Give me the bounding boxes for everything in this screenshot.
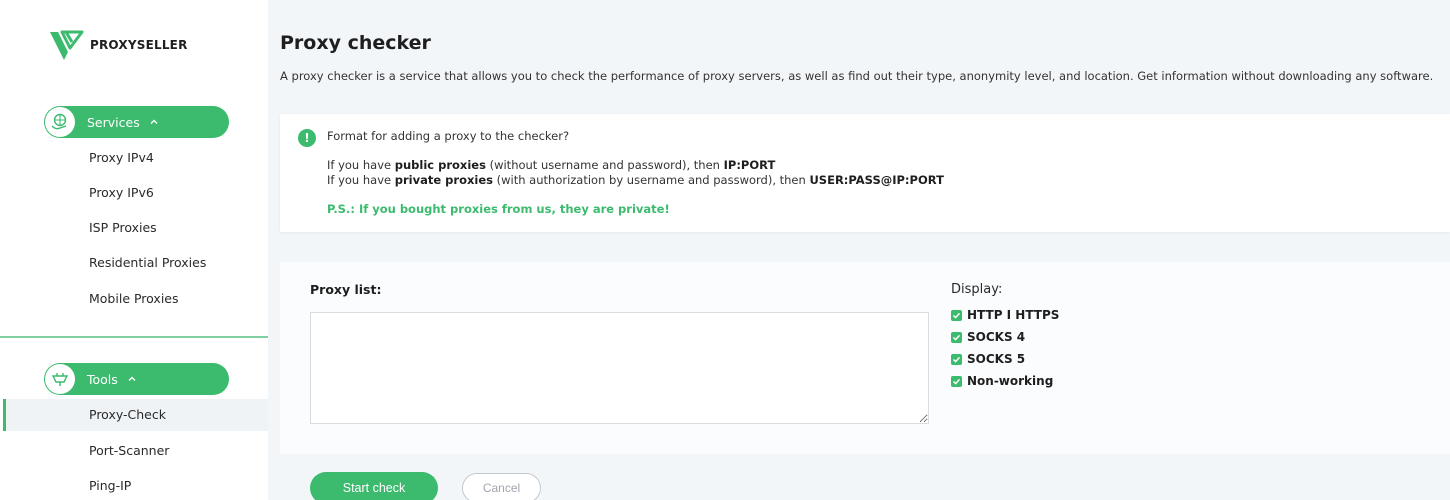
page-title: Proxy checker: [280, 32, 431, 54]
proxyseller-logo-icon: [50, 30, 84, 60]
info-private-line: If you have private proxies (with author…: [327, 173, 944, 187]
info-ps-note: P.S.: If you bought proxies from us, the…: [327, 202, 670, 216]
format-info-card: ! Format for adding a proxy to the check…: [280, 114, 1450, 232]
proxy-list-textarea[interactable]: [310, 312, 929, 424]
cancel-button[interactable]: Cancel: [462, 473, 541, 500]
option-label: HTTP I HTTPS: [967, 308, 1060, 322]
services-label: Services: [87, 114, 140, 130]
sidebar-item-residential-proxies[interactable]: Residential Proxies: [89, 255, 206, 270]
display-label: Display:: [951, 282, 1003, 297]
sidebar-item-mobile-proxies[interactable]: Mobile Proxies: [89, 291, 179, 306]
option-socks5[interactable]: SOCKS 5: [951, 352, 1025, 366]
option-non-working[interactable]: Non-working: [951, 374, 1053, 388]
sidebar-item-port-scanner[interactable]: Port-Scanner: [89, 443, 169, 458]
check-icon: [951, 331, 962, 343]
sidebar-divider: [0, 336, 268, 338]
option-label: Non-working: [967, 374, 1054, 388]
info-heading: Format for adding a proxy to the checker…: [327, 129, 570, 143]
option-label: SOCKS 4: [967, 330, 1026, 344]
exclamation-icon: !: [298, 129, 316, 147]
brand-name: PROXYSELLER: [90, 38, 188, 52]
proxy-form: Proxy list: Display: HTTP I HTTPS SOCKS …: [280, 262, 1450, 454]
services-toggle[interactable]: Services: [44, 106, 229, 138]
page-description: A proxy checker is a service that allows…: [280, 69, 1434, 83]
sidebar-item-proxy-check[interactable]: Proxy-Check: [89, 407, 166, 422]
tools-toggle[interactable]: Tools: [44, 363, 229, 395]
brand-logo[interactable]: PROXYSELLER: [48, 28, 188, 62]
info-public-line: If you have public proxies (without user…: [327, 158, 776, 172]
sidebar-item-proxy-ipv4[interactable]: Proxy IPv4: [89, 150, 154, 165]
option-socks4[interactable]: SOCKS 4: [951, 330, 1025, 344]
option-http-https[interactable]: HTTP I HTTPS: [951, 308, 1059, 322]
tools-icon: [45, 364, 75, 394]
sidebar-item-ping-ip[interactable]: Ping-IP: [89, 478, 131, 493]
tools-label: Tools: [87, 371, 118, 387]
chevron-up-icon: [128, 376, 136, 381]
sidebar-item-proxy-ipv6[interactable]: Proxy IPv6: [89, 185, 154, 200]
check-icon: [951, 353, 962, 365]
option-label: SOCKS 5: [967, 352, 1026, 366]
proxy-list-label: Proxy list:: [310, 282, 382, 297]
check-icon: [951, 375, 962, 387]
globe-hand-icon: [45, 107, 75, 137]
chevron-up-icon: [150, 119, 158, 124]
check-icon: [951, 309, 962, 321]
sidebar-item-isp-proxies[interactable]: ISP Proxies: [89, 220, 157, 235]
sidebar: PROXYSELLER Services Proxy IPv4 Proxy IP…: [0, 0, 268, 500]
start-check-button[interactable]: Start check: [310, 472, 438, 500]
